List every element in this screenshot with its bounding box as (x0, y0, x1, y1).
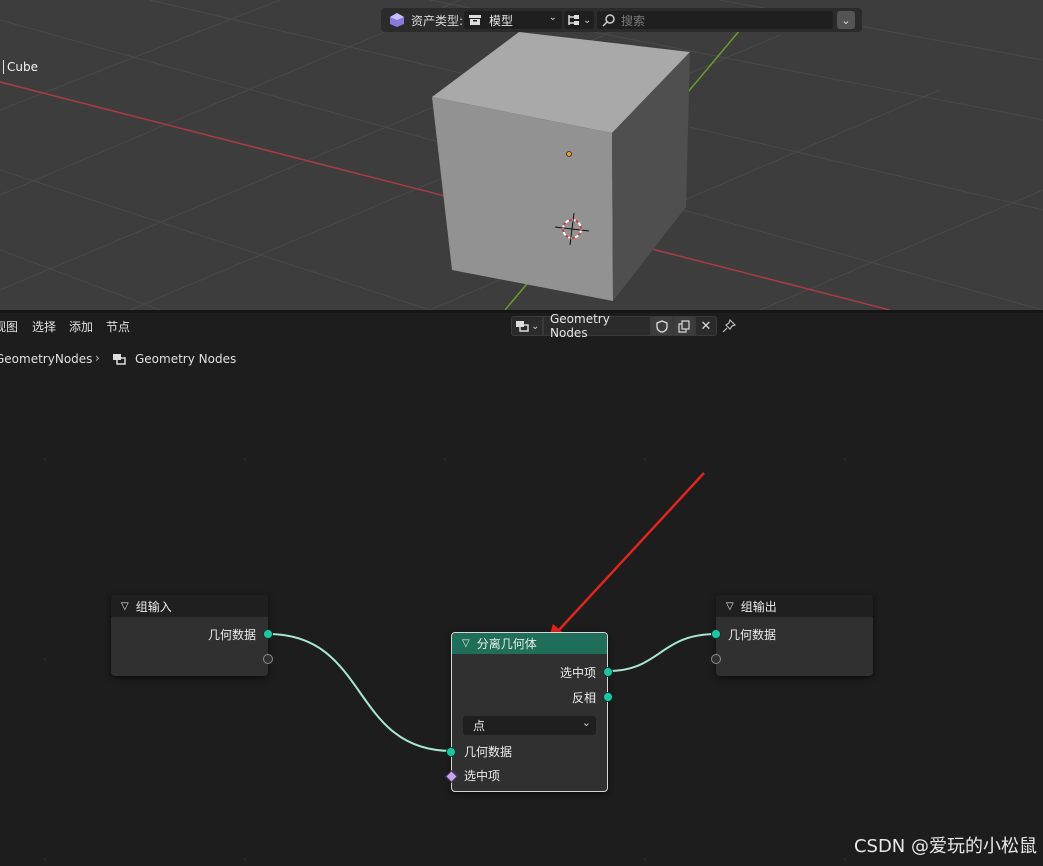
geometry-input-socket[interactable] (446, 747, 456, 757)
link-separate-to-output (607, 633, 717, 672)
unlink-button[interactable]: ✕ (695, 316, 717, 336)
menu-add[interactable]: 添加 (69, 318, 93, 335)
geometry-input-socket[interactable] (711, 629, 721, 639)
asset-type-value: 模型 (489, 13, 514, 28)
group-output-header[interactable]: ▽ 组输出 (716, 595, 873, 617)
socket-label: 几何数据 (728, 628, 777, 642)
node-tree-icon (113, 354, 126, 365)
close-icon: ✕ (700, 318, 712, 334)
group-input-node[interactable]: ▽ 组输入 几何数据 (111, 595, 273, 676)
socket-label: 选中项 (559, 666, 596, 680)
node-title: 组输出 (740, 599, 777, 614)
search-placeholder: 搜索 (621, 13, 646, 28)
collapse-chevron-icon[interactable]: ▽ (726, 601, 734, 612)
node-title: 分离几何体 (476, 637, 537, 651)
annotation-arrow (547, 472, 705, 643)
node-tree-name-field[interactable]: Geometry Nodes (543, 312, 651, 340)
domain-value: 点 (473, 719, 486, 733)
duplicate-button[interactable] (673, 316, 695, 336)
collapse-chevron-icon[interactable]: ▽ (462, 638, 470, 649)
asset-type-label: 资产类型: (411, 13, 464, 28)
origin-point (566, 151, 572, 157)
chevron-down-icon: ⌄ (583, 14, 592, 26)
pin-button[interactable] (717, 319, 741, 333)
node-tree-icon (516, 321, 529, 332)
node-canvas[interactable]: ▽ 组输入 几何数据 ▽ 分离几何体 选中项 反相 点 ⌄ 几何数据 选中项 ▽… (0, 339, 1043, 866)
menu-view[interactable]: 视图 (0, 318, 18, 335)
chevron-down-icon: ⌄ (531, 320, 540, 332)
node-tree-name: Geometry Nodes (550, 312, 610, 340)
geometry-output-socket[interactable] (263, 629, 273, 639)
archive-icon (469, 15, 481, 25)
filter-toggle-button[interactable]: ⌄ (837, 11, 855, 29)
group-input-header[interactable]: ▽ 组输入 (111, 595, 268, 617)
empty-output-socket[interactable] (263, 654, 273, 664)
menu-select[interactable]: 选择 (32, 318, 56, 335)
chevron-right-icon: › (95, 351, 100, 365)
asset-type-dropdown[interactable]: 模型 ⌄ (464, 11, 562, 29)
asset-search-field[interactable]: 搜索 (597, 11, 833, 29)
object-name-label: Cube (3, 60, 38, 74)
chevron-down-icon: ⌄ (841, 13, 851, 27)
socket-label: 反相 (571, 691, 596, 705)
breadcrumb-parent[interactable]: GeometryNodes (0, 352, 92, 366)
socket-label: 几何数据 (464, 745, 513, 759)
inverted-output-socket[interactable] (603, 692, 613, 702)
asset-browser-bar: 资产类型: 模型 ⌄ ⌄ 搜索 ⌄ (381, 8, 862, 32)
chevron-down-icon: ⌄ (548, 12, 557, 23)
separate-geometry-node[interactable]: ▽ 分离几何体 选中项 反相 点 ⌄ 几何数据 选中项 (445, 632, 613, 792)
group-output-node[interactable]: ▽ 组输出 几何数据 (711, 595, 873, 676)
menu-node[interactable]: 节点 (106, 318, 130, 335)
socket-label: 几何数据 (207, 628, 256, 642)
node-editor-header: 视图 选择 添加 节点 ⌄ Geometry Nodes ✕ (0, 312, 1043, 340)
shield-icon (656, 319, 668, 333)
socket-label: 选中项 (464, 769, 501, 783)
empty-input-socket[interactable] (711, 654, 721, 664)
browse-node-tree-button[interactable]: ⌄ (511, 316, 543, 336)
tree-view-icon (568, 15, 579, 25)
domain-dropdown[interactable]: 点 ⌄ (463, 716, 596, 735)
selection-output-socket[interactable] (603, 667, 613, 677)
chevron-down-icon: ⌄ (581, 716, 591, 729)
breadcrumb-current: Geometry Nodes (135, 352, 237, 366)
3d-viewport[interactable]: Cube 资产类型: 模型 ⌄ ⌄ 搜索 ⌄ (0, 0, 1043, 310)
node-tree-selector: ⌄ Geometry Nodes ✕ (511, 312, 741, 340)
watermark: CSDN @爱玩的小松鼠 (853, 836, 1037, 857)
separate-geometry-header[interactable]: ▽ 分离几何体 (452, 633, 607, 654)
display-mode-dropdown[interactable]: ⌄ (564, 11, 594, 29)
pin-icon (722, 319, 736, 333)
link-input-to-separate (267, 633, 453, 752)
search-icon (602, 14, 615, 27)
asset-cube-icon (389, 12, 405, 28)
viewport-scene (0, 0, 1043, 310)
fake-user-button[interactable] (651, 316, 673, 336)
duplicate-icon (677, 319, 690, 333)
collapse-chevron-icon[interactable]: ▽ (121, 601, 129, 612)
node-title: 组输入 (135, 599, 172, 614)
